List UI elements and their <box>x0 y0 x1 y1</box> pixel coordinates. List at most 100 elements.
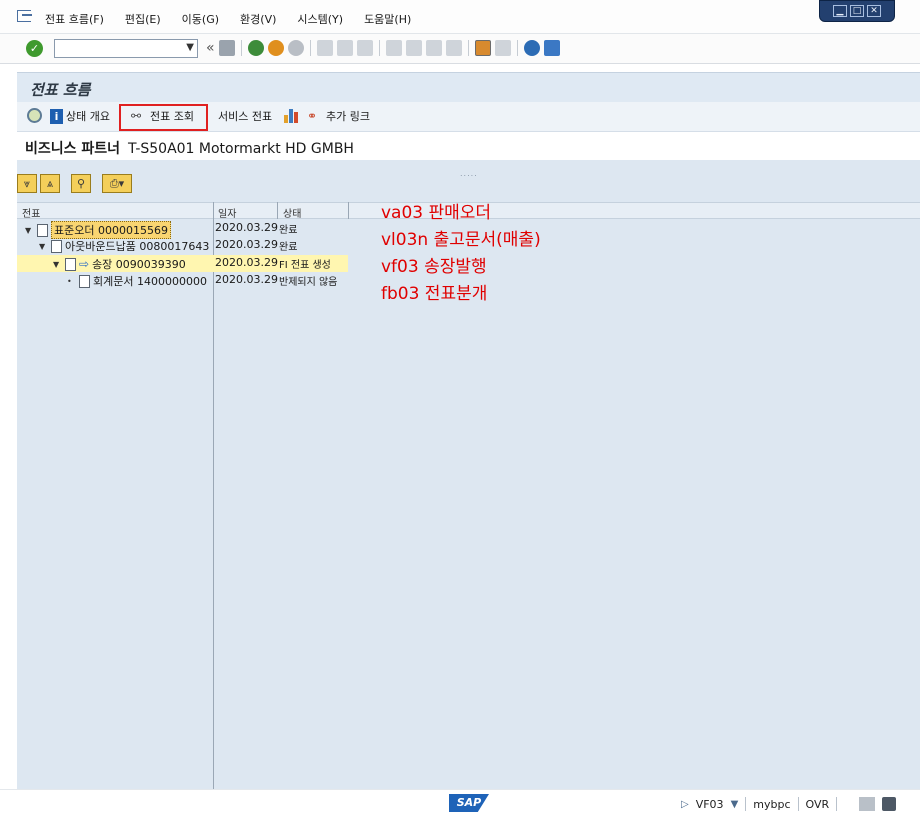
leaf-bullet-icon: • <box>67 276 72 286</box>
tree-row-date: 2020.03.29 <box>215 221 278 234</box>
menu-environment[interactable]: 환경(V) <box>240 11 276 27</box>
menu-document-flow[interactable]: 전표 흐름(F) <box>45 11 104 27</box>
toolbar-separator <box>516 40 518 56</box>
status-bar: SAP ▷ VF03 ▼ mybpc OVR <box>0 789 920 817</box>
toolbar-separator <box>240 40 242 56</box>
minimize-button[interactable]: ▁ <box>833 5 847 17</box>
enter-check-icon[interactable]: ✓ <box>26 40 43 57</box>
tree-row-selected[interactable]: ▼ ⇨ 송장 0090039390 2020.03.29 FI 전표 생성 <box>17 255 348 272</box>
menu-system[interactable]: 시스템(Y) <box>297 11 343 27</box>
new-session-icon[interactable] <box>474 40 491 56</box>
document-icon <box>37 223 48 237</box>
find-icon[interactable] <box>336 40 353 56</box>
next-page-icon[interactable] <box>425 40 442 56</box>
print-icon[interactable] <box>316 40 333 56</box>
current-document-arrow-icon: ⇨ <box>79 257 90 271</box>
header-date[interactable]: 일자 <box>218 205 236 220</box>
exit-session-icon[interactable] <box>267 40 284 56</box>
chevron-down-icon[interactable]: ▼ <box>731 799 739 810</box>
command-field[interactable]: ▼ <box>54 39 198 58</box>
play-icon[interactable]: ▷ <box>681 799 689 810</box>
last-page-icon[interactable] <box>445 40 462 56</box>
help-icon[interactable] <box>523 40 540 56</box>
menu-help[interactable]: 도움말(H) <box>364 11 411 27</box>
insert-mode[interactable]: OVR <box>806 798 830 811</box>
cancel-icon[interactable] <box>287 40 304 56</box>
annotation-line: va03 판매오더 <box>381 203 492 223</box>
service-document-button[interactable]: 서비스 전표 <box>218 108 272 124</box>
tree-row[interactable]: • 회계문서 1400000000 2020.03.29 반제되지 않음 <box>17 272 357 289</box>
exit-icon[interactable] <box>17 10 32 22</box>
status-overview-label: 상태 개요 <box>66 110 110 123</box>
toolbar-separator <box>378 40 380 56</box>
service-document-label: 서비스 전표 <box>218 110 273 123</box>
header-status[interactable]: 상태 <box>283 205 301 220</box>
first-page-icon[interactable] <box>385 40 402 56</box>
tree-row-label[interactable]: 회계문서 1400000000 <box>93 273 207 289</box>
back-icon[interactable] <box>247 40 264 56</box>
collapse-all-icon[interactable]: ⩓ <box>40 174 60 193</box>
menu-items: 전표 흐름(F) 편집(E) 이동(G) 환경(V) 시스템(Y) 도움말(H) <box>45 11 432 27</box>
title-bar: 전표 흐름 <box>17 72 920 102</box>
annotation-line: vl03n 출고문서(매출) <box>381 230 541 250</box>
expand-triangle-icon[interactable]: ▼ <box>25 226 34 235</box>
tree-row-status: FI 전표 생성 <box>279 260 331 271</box>
maximize-button[interactable]: □ <box>850 5 864 17</box>
document-icon <box>65 257 76 271</box>
menu-edit[interactable]: 편집(E) <box>125 11 161 27</box>
menu-goto[interactable]: 이동(G) <box>182 11 219 27</box>
status-divider <box>836 797 838 811</box>
tree-row-status: 완료 <box>279 242 298 253</box>
header-document[interactable]: 전표 <box>22 205 40 220</box>
additional-links-label: 추가 링크 <box>326 110 370 123</box>
toolbar-separator <box>467 40 469 56</box>
collapse-toolbar-icon[interactable]: « <box>206 40 215 56</box>
tree-row-status: 반제되지 않음 <box>279 277 338 288</box>
status-overview-button[interactable]: i 상태 개요 <box>50 108 110 124</box>
toolbar-separator <box>309 40 311 56</box>
tree-row-status: 완료 <box>279 225 298 236</box>
zoom-button[interactable] <box>27 108 42 123</box>
column-divider[interactable] <box>348 202 349 219</box>
column-divider[interactable] <box>277 202 278 219</box>
customize-layout-icon[interactable] <box>543 40 560 56</box>
annotation-line: vf03 송장발행 <box>381 257 487 277</box>
chevron-down-icon[interactable]: ▼ <box>186 42 194 53</box>
tree-toolbar: ⩔ ⩓ ⚲ ⎙▾ <box>17 174 132 193</box>
server-name: mybpc <box>753 797 791 811</box>
window-controls: ▁ □ ✕ <box>819 0 895 22</box>
document-icon <box>51 239 62 253</box>
expand-all-icon[interactable]: ⩔ <box>17 174 37 193</box>
close-button[interactable]: ✕ <box>867 5 881 17</box>
relationship-browser-button[interactable] <box>284 108 300 123</box>
save-icon[interactable] <box>218 40 235 56</box>
tree-row-date: 2020.03.29 <box>215 238 278 251</box>
print-tree-icon[interactable]: ⎙▾ <box>102 174 132 193</box>
expand-triangle-icon[interactable]: ▼ <box>39 242 48 251</box>
find-next-icon[interactable] <box>356 40 373 56</box>
annotation-line: fb03 전표분개 <box>381 284 488 304</box>
tree-row[interactable]: ▼ 아웃바운드납품 0080017643 2020.03.29 완료 <box>17 237 357 254</box>
transaction-code[interactable]: VF03 <box>696 798 724 811</box>
annotations: va03 판매오더 vl03n 출고문서(매출) vf03 송장발행 fb03 … <box>381 200 541 308</box>
shortcut-icon[interactable] <box>494 40 511 56</box>
status-divider <box>797 797 799 811</box>
bar-chart-icon <box>284 108 300 123</box>
tree-row-label[interactable]: 송장 0090039390 <box>92 256 186 272</box>
link-icon: ⚭ <box>307 109 318 123</box>
additional-links-button[interactable]: ⚭ 추가 링크 <box>307 108 370 124</box>
splitter-handle[interactable]: ..... <box>460 169 478 178</box>
business-partner-value: T-S50A01 Motormarkt HD GMBH <box>128 141 354 157</box>
menu-bar: 전표 흐름(F) 편집(E) 이동(G) 환경(V) 시스템(Y) 도움말(H)… <box>0 0 920 34</box>
highlight-display-document <box>119 104 208 131</box>
tree-row-label[interactable]: 아웃바운드납품 0080017643 <box>65 238 209 254</box>
expand-triangle-icon[interactable]: ▼ <box>53 260 62 269</box>
toolbar-icons: « <box>206 40 560 56</box>
business-partner: 비즈니스 파트너 T-S50A01 Motormarkt HD GMBH <box>25 138 354 158</box>
previous-page-icon[interactable] <box>405 40 422 56</box>
tree-row-date: 2020.03.29 <box>215 256 278 269</box>
column-divider[interactable] <box>213 202 214 789</box>
tree-row[interactable]: ▼ 표준오더 0000015569 <box>17 220 213 239</box>
sap-logo: SAP <box>449 794 489 812</box>
find-binoculars-icon[interactable]: ⚲ <box>71 174 91 193</box>
